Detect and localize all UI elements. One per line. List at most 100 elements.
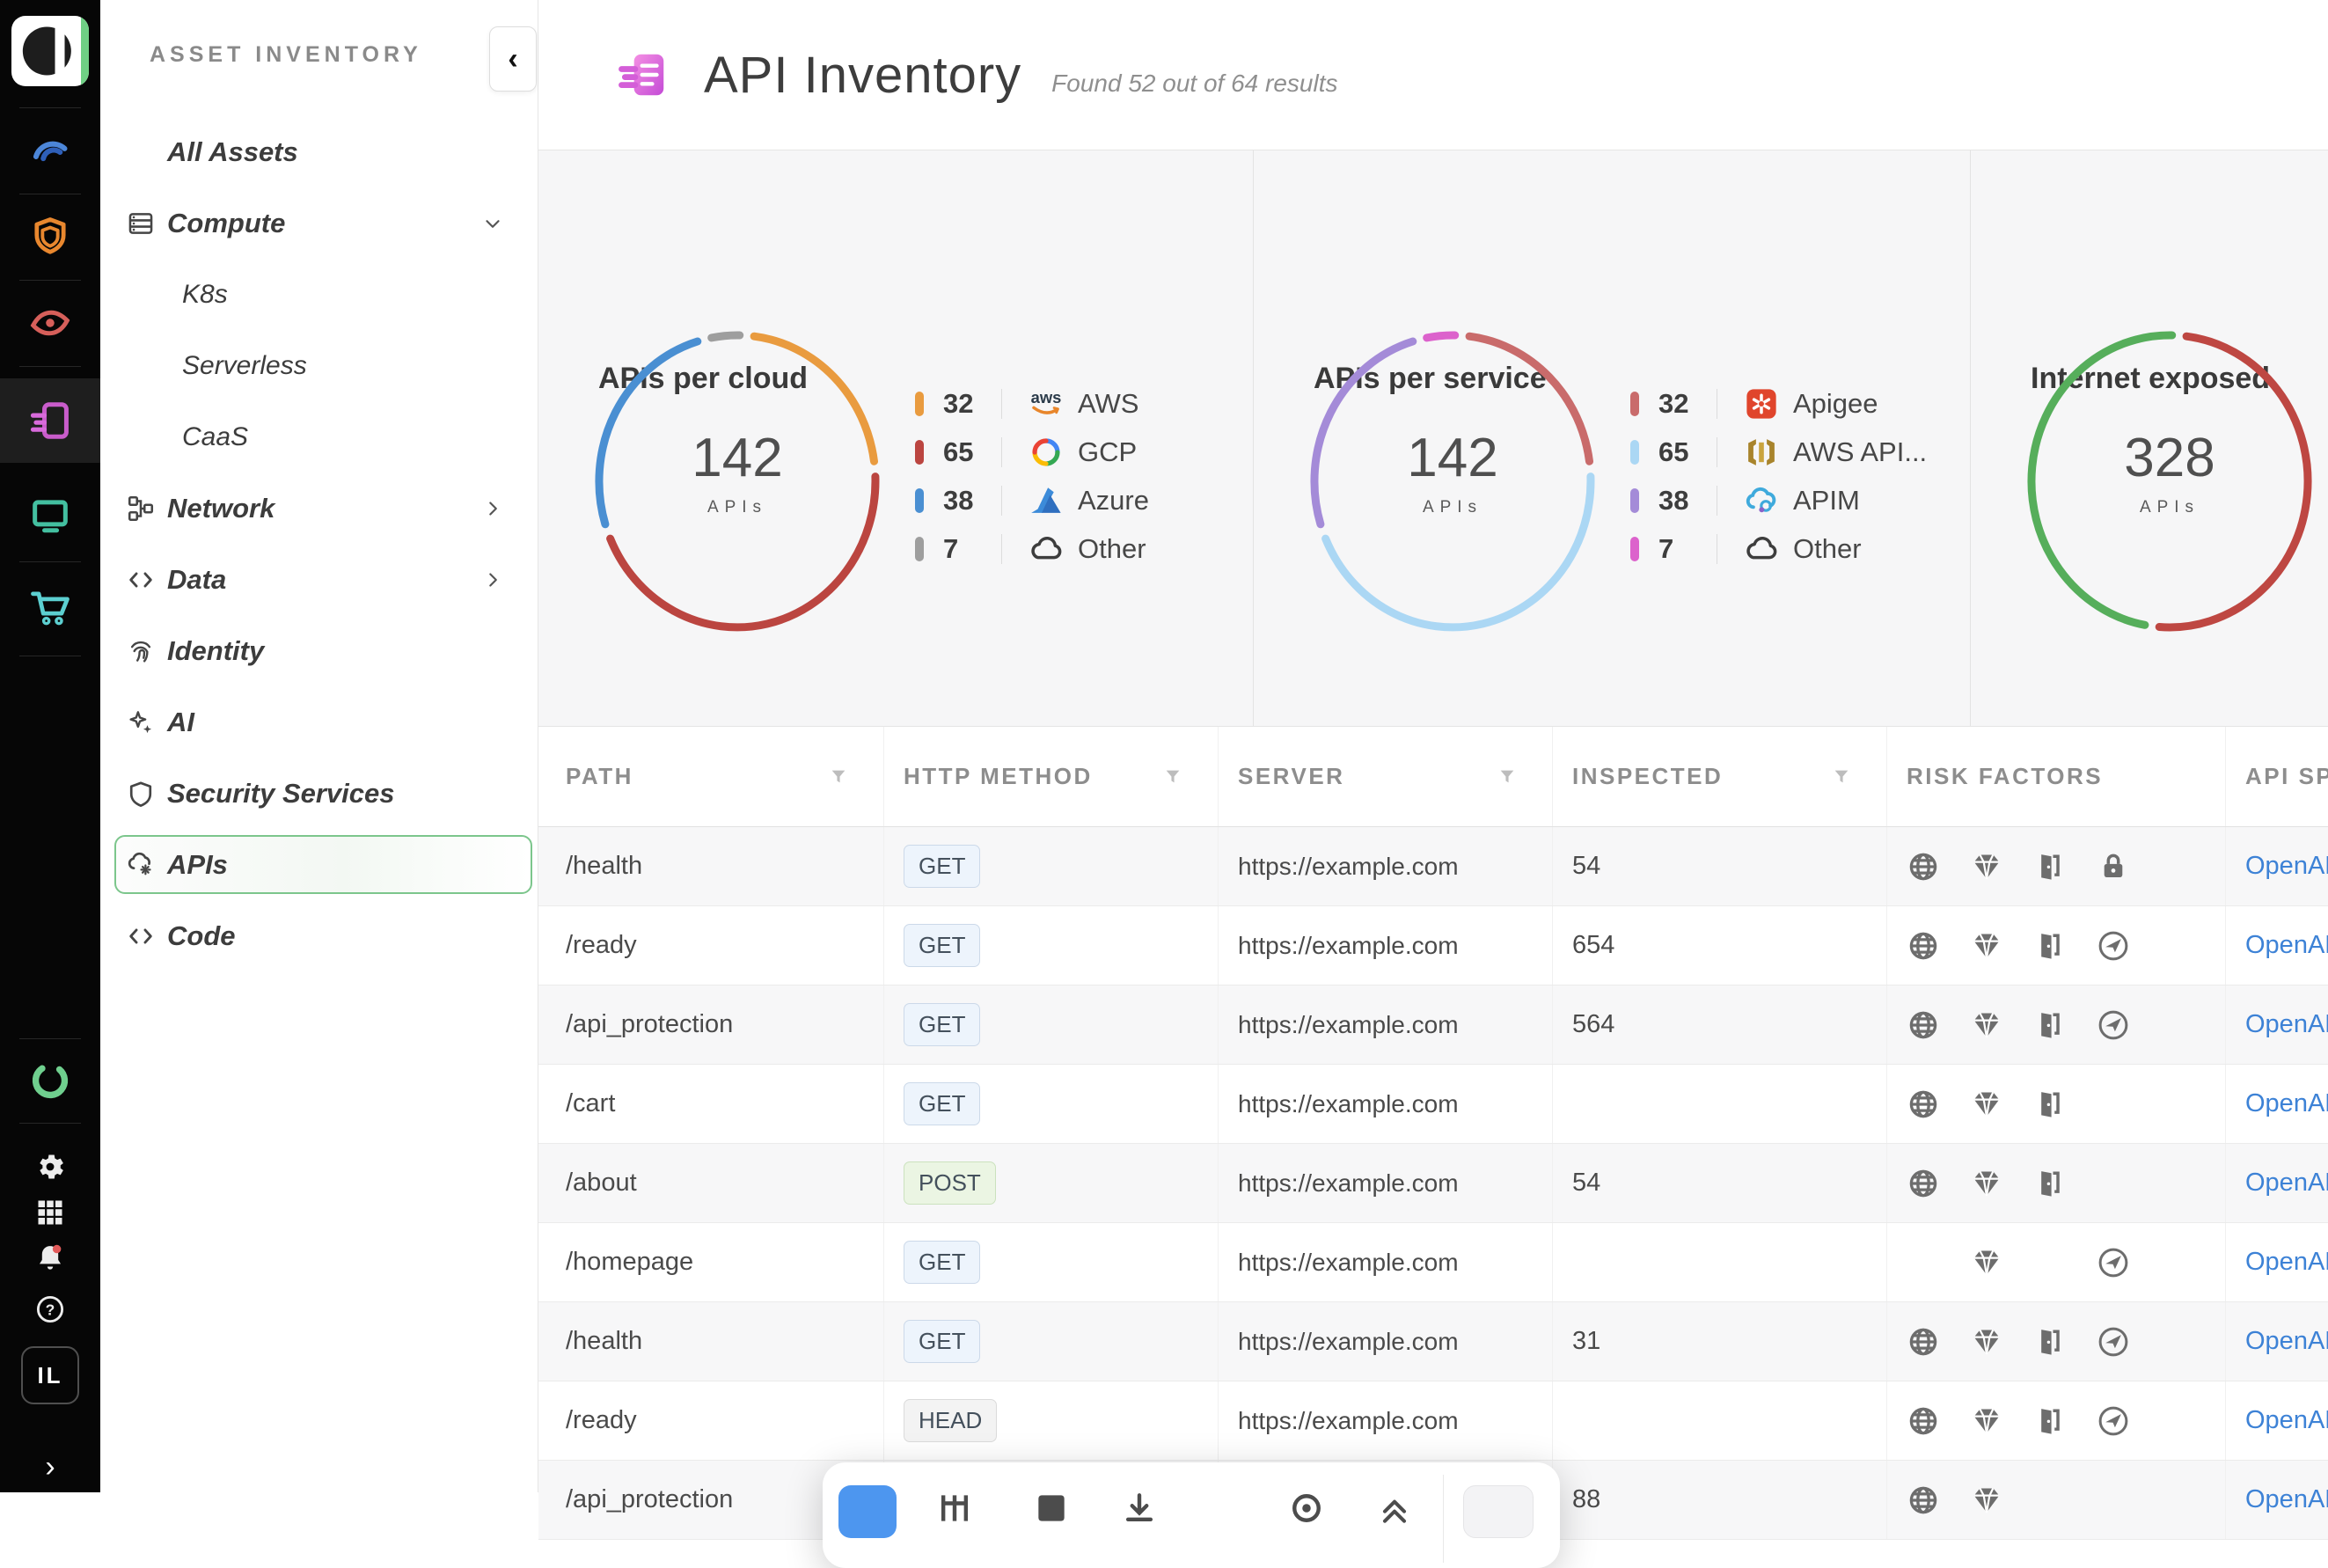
column-header-risk-factors[interactable]: RISK FACTORS (1887, 727, 2226, 826)
eye-icon[interactable] (0, 294, 100, 352)
cloud-icon (1027, 530, 1065, 568)
table-row[interactable]: /aboutPOSThttps://example.com54OpenAPI (538, 1144, 2328, 1223)
svg-text:?: ? (46, 1301, 55, 1318)
grid-icon[interactable] (1032, 1489, 1071, 1528)
api-spec-link[interactable]: OpenAPI (2245, 852, 2328, 881)
sidebar-item-serverless[interactable]: Serverless (100, 330, 538, 401)
page-title: API Inventory (704, 46, 1021, 105)
gear-icon[interactable] (0, 1144, 100, 1190)
method-cell: GET (884, 1302, 1219, 1381)
gem-icon (1970, 929, 2003, 963)
api-spec-link[interactable]: OpenAPI (2245, 1010, 2328, 1039)
record-icon[interactable] (1287, 1489, 1326, 1528)
user-avatar[interactable]: IL (21, 1346, 79, 1404)
table-row[interactable]: /homepageGEThttps://example.comOpenAPI (538, 1223, 2328, 1302)
method-cell: GET (884, 985, 1219, 1064)
cart-icon[interactable] (0, 578, 100, 636)
cloud-icon (1742, 530, 1781, 568)
columns-icon[interactable] (935, 1489, 974, 1528)
gem-icon (1970, 1404, 2003, 1438)
column-header-api-spec[interactable]: API SPEC (2226, 727, 2328, 826)
api-spec-cell: OpenAPI (2226, 1381, 2328, 1460)
door-icon (2033, 1008, 2067, 1042)
sidebar-item-all-assets[interactable]: All Assets (100, 116, 538, 187)
sidebar-item-ai[interactable]: AI (100, 686, 538, 758)
logo-accent-stripe (81, 16, 89, 86)
column-header-http-method[interactable]: HTTP METHOD (884, 727, 1219, 826)
table-row[interactable]: /healthGEThttps://example.com31OpenAPI (538, 1302, 2328, 1381)
sidebar-item-apis[interactable]: APIs (100, 829, 538, 900)
api-doc-icon[interactable] (0, 392, 100, 450)
download-icon[interactable] (1120, 1489, 1159, 1528)
page-size-button[interactable] (1463, 1485, 1534, 1538)
api-spec-link[interactable]: OpenAPI (2245, 1248, 2328, 1277)
help-icon[interactable]: ? (0, 1286, 100, 1332)
risk-factors-cell (1887, 1381, 2226, 1460)
company-logo[interactable] (11, 16, 89, 86)
filter-icon[interactable] (1497, 767, 1517, 787)
column-header-inspected[interactable]: INSPECTED (1553, 727, 1887, 826)
table-row[interactable]: /healthGEThttps://example.com54OpenAPI (538, 827, 2328, 906)
filter-icon[interactable] (1163, 767, 1182, 787)
expand-rail-icon[interactable]: › (0, 1450, 100, 1484)
path-cell: /ready (538, 906, 884, 985)
api-spec-cell: OpenAPI (2226, 1223, 2328, 1301)
table-row[interactable]: /cartGEThttps://example.comOpenAPI (538, 1065, 2328, 1144)
globe-icon (1907, 1088, 1940, 1121)
server-cell: https://example.com (1219, 1144, 1553, 1222)
posture-icon[interactable] (0, 121, 100, 180)
sidebar-item-network[interactable]: Network (100, 473, 538, 544)
bell-icon[interactable] (0, 1235, 100, 1281)
api-spec-link[interactable]: OpenAPI (2245, 1089, 2328, 1118)
primary-page-button[interactable] (838, 1485, 897, 1538)
plane-icon (2097, 1325, 2130, 1359)
risk-factors-cell (1887, 1065, 2226, 1143)
sidebar-item-security-services[interactable]: Security Services (100, 758, 538, 829)
api-cloud-gear-icon (123, 850, 158, 880)
sidebar-item-k8s[interactable]: K8s (100, 259, 538, 330)
sidebar-item-data[interactable]: Data (100, 544, 538, 615)
sidebar-item-identity[interactable]: Identity (100, 615, 538, 686)
globe-icon (1907, 929, 1940, 963)
api-spec-link[interactable]: OpenAPI (2245, 1485, 2328, 1514)
server-cell: https://example.com (1219, 1065, 1553, 1143)
filter-icon[interactable] (1832, 767, 1851, 787)
api-spec-link[interactable]: OpenAPI (2245, 1406, 2328, 1435)
api-spec-link[interactable]: OpenAPI (2245, 931, 2328, 960)
inspected-cell (1553, 1223, 1887, 1301)
filter-icon[interactable] (829, 767, 848, 787)
column-header-server[interactable]: SERVER (1219, 727, 1553, 826)
results-count: Found 52 out of 64 results (1051, 52, 1337, 98)
api-spec-link[interactable]: OpenAPI (2245, 1327, 2328, 1356)
globe-icon (1907, 1167, 1940, 1200)
shield-icon[interactable] (0, 208, 100, 266)
sidebar-title: ASSET INVENTORY (150, 42, 422, 68)
sidebar-item-caas[interactable]: CaaS (100, 401, 538, 473)
path-cell: /homepage (538, 1223, 884, 1301)
footer-toolbar (823, 1462, 1560, 1568)
api-spec-cell: OpenAPI (2226, 906, 2328, 985)
monitor-icon[interactable] (0, 486, 100, 544)
column-header-path[interactable]: PATH (538, 727, 884, 826)
http-method-badge: GET (904, 1003, 980, 1046)
globe-icon (1907, 1404, 1940, 1438)
sidebar-item-compute[interactable]: Compute (100, 187, 538, 259)
table-row[interactable]: /readyHEADhttps://example.comOpenAPI (538, 1381, 2328, 1461)
donut-center-unit: APIs (2073, 498, 2266, 517)
compute-icon (123, 209, 158, 238)
globe-icon (1907, 1325, 1940, 1359)
chevrons-icon[interactable] (1375, 1489, 1414, 1528)
globe-icon (1907, 1008, 1940, 1042)
legend-item: 7 Other (915, 524, 1149, 573)
app-rail: ? IL › (0, 0, 100, 1492)
sidebar-item-code[interactable]: Code (100, 900, 538, 971)
spinner-icon[interactable] (0, 1051, 100, 1110)
table-row[interactable]: /api_protectionGEThttps://example.com564… (538, 985, 2328, 1065)
table-row[interactable]: /readyGEThttps://example.com654OpenAPI (538, 906, 2328, 985)
donut-segment (712, 335, 740, 338)
apps-grid-icon[interactable] (0, 1190, 100, 1235)
collapse-sidebar-button[interactable]: ‹ (489, 26, 537, 92)
donut-center-unit: APIs (641, 498, 834, 517)
path-cell: /ready (538, 1381, 884, 1460)
api-spec-link[interactable]: OpenAPI (2245, 1169, 2328, 1198)
